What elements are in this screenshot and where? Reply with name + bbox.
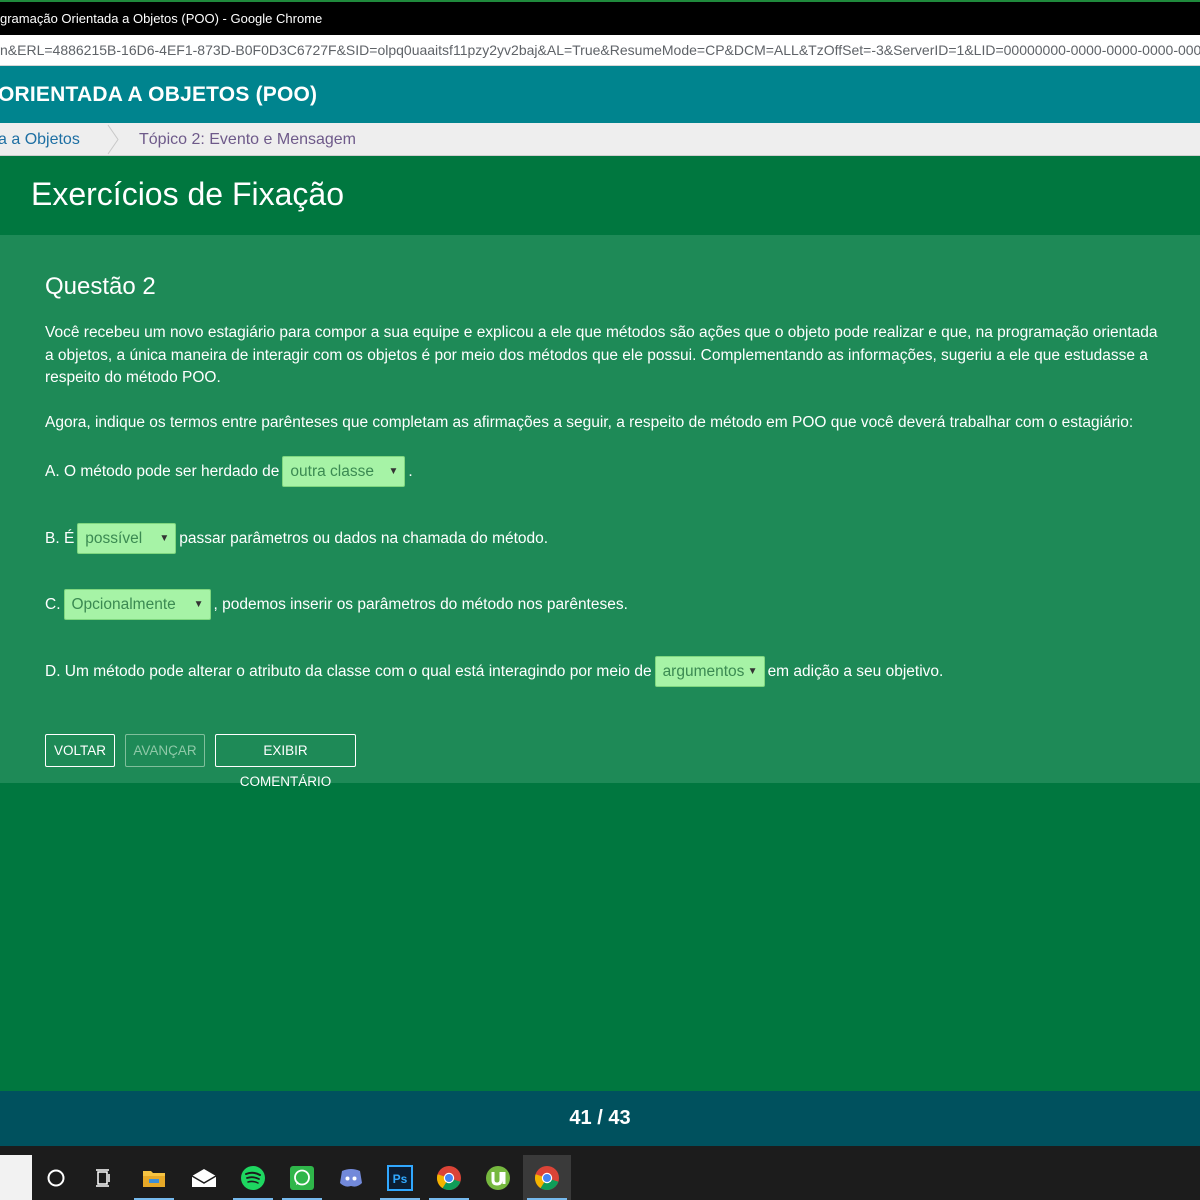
window-title: gramação Orientada a Objetos (POO) - Goo…: [0, 11, 323, 26]
page-counter: 41 / 43: [0, 1091, 1200, 1146]
statement-b-dropdown[interactable]: possível ▼: [77, 523, 177, 554]
statement-c-dropdown[interactable]: Opcionalmente ▼: [63, 589, 211, 620]
statement-c: C. Opcionalmente ▼ , podemos inserir os …: [45, 589, 628, 620]
breadcrumb-item-topic[interactable]: Tópico 2: Evento e Mensagem: [139, 123, 356, 155]
question-title: Questão 2: [45, 273, 156, 300]
statement-a-before: A. O método pode ser herdado de: [45, 463, 280, 480]
url-text[interactable]: n&ERL=4886215B-16D6-4EF1-873D-B0F0D3C672…: [0, 35, 1200, 65]
discord-icon[interactable]: [327, 1155, 375, 1200]
spotify-icon[interactable]: [229, 1155, 277, 1200]
statement-c-after: , podemos inserir os parâmetros do métod…: [213, 596, 628, 613]
statement-c-selected: Opcionalmente: [71, 596, 176, 613]
dropdown-arrow-icon: ▼: [747, 666, 758, 677]
question-text: Você recebeu um novo estagiário para com…: [45, 324, 1158, 386]
section-header: Exercícios de Fixação: [0, 156, 1200, 235]
question-instruction: Agora, indique os termos entre parêntese…: [45, 414, 1134, 431]
breadcrumb-item-module[interactable]: a a Objetos: [0, 123, 80, 155]
statement-d: D. Um método pode alterar o atributo da …: [45, 656, 943, 687]
statement-b: B. É possível ▼ passar parâmetros ou dad…: [45, 523, 548, 554]
chrome-icon[interactable]: [523, 1155, 571, 1200]
section-title: Exercícios de Fixação: [31, 176, 345, 212]
mail-icon[interactable]: [180, 1155, 228, 1200]
statement-d-before: D. Um método pode alterar o atributo da …: [45, 663, 652, 680]
dropdown-arrow-icon: ▼: [193, 599, 204, 610]
window-titlebar: gramação Orientada a Objetos (POO) - Goo…: [0, 0, 1200, 35]
statement-d-selected: argumentos: [662, 663, 745, 680]
file-explorer-icon[interactable]: [130, 1155, 178, 1200]
statement-b-selected: possível: [85, 530, 143, 547]
taskbar-search-box[interactable]: [0, 1155, 32, 1200]
dropdown-arrow-icon: ▼: [159, 533, 170, 544]
task-view-icon[interactable]: [80, 1155, 128, 1200]
next-button[interactable]: AVANÇAR: [125, 734, 205, 767]
dropdown-arrow-icon: ▼: [388, 466, 399, 477]
back-button[interactable]: VOLTAR: [45, 734, 115, 767]
question-panel: Questão 2 Você recebeu um novo estagiári…: [0, 235, 1200, 789]
statement-a: A. O método pode ser herdado de outra cl…: [45, 456, 413, 487]
photoshop-label: Ps: [393, 1172, 408, 1186]
statement-d-after: em adição a seu objetivo.: [767, 663, 944, 680]
statement-a-dropdown[interactable]: outra classe ▼: [282, 456, 406, 487]
statement-b-after: passar parâmetros ou dados na chamada do…: [179, 530, 549, 547]
breadcrumb: a a Objetos Tópico 2: Evento e Mensagem: [0, 123, 1200, 156]
show-comment-button[interactable]: EXIBIR COMENTÁRIO: [215, 734, 356, 789]
statement-a-after: .: [408, 463, 413, 480]
photoshop-icon[interactable]: Ps: [376, 1155, 424, 1200]
chrome-icon[interactable]: [425, 1155, 473, 1200]
whatsapp-icon[interactable]: [278, 1155, 326, 1200]
page-counter-label: 41 / 43: [569, 1107, 631, 1129]
statement-d-dropdown[interactable]: argumentos ▼: [654, 656, 765, 687]
utorrent-icon[interactable]: [474, 1155, 522, 1200]
statement-a-selected: outra classe: [290, 463, 374, 480]
course-header: ORIENTADA A OBJETOS (POO): [0, 66, 1200, 123]
breadcrumb-chevron-icon: [107, 124, 119, 155]
windows-taskbar: Ps: [0, 1146, 1200, 1200]
course-title: ORIENTADA A OBJETOS (POO): [0, 83, 318, 106]
statement-c-before: C.: [45, 596, 61, 613]
cortana-icon[interactable]: [32, 1155, 80, 1200]
address-bar[interactable]: n&ERL=4886215B-16D6-4EF1-873D-B0F0D3C672…: [0, 35, 1200, 66]
statement-b-before: B. É: [45, 530, 75, 547]
